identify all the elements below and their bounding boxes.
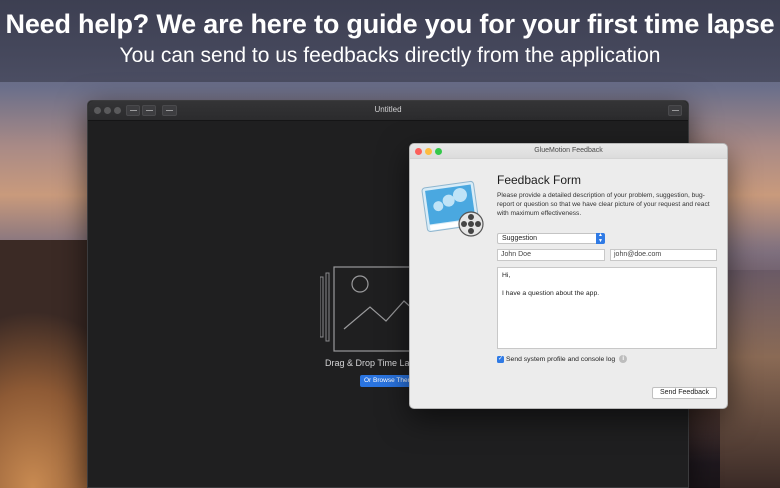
promo-banner: Need help? We are here to guide you for … (0, 0, 780, 82)
toolbar-sidebar-button[interactable] (668, 105, 682, 116)
message-line (502, 280, 712, 289)
gluemotion-app-icon (421, 180, 484, 237)
email-field[interactable]: john@doe.com (610, 249, 717, 261)
promo-headline: Need help? We are here to guide you for … (5, 9, 775, 39)
feedback-dialog: GlueMotion Feedback Feedback Form Please… (409, 143, 728, 409)
system-profile-option: ✓ Send system profile and console log i (497, 355, 628, 363)
send-profile-checkbox[interactable]: ✓ (497, 355, 504, 363)
dialog-titlebar: GlueMotion Feedback (410, 144, 727, 159)
message-line: Hi, (502, 272, 511, 279)
dialog-title: GlueMotion Feedback (534, 147, 603, 154)
info-icon[interactable]: i (619, 355, 628, 363)
category-select[interactable]: Suggestion ▲ ▼ (497, 232, 605, 244)
wallpaper-dune-right (720, 270, 780, 488)
app-titlebar: Untitled (88, 101, 688, 121)
browse-button[interactable]: Or Browse Them (360, 375, 416, 387)
name-field[interactable]: John Doe (497, 249, 605, 261)
checkbox-label: Send system profile and console log (506, 355, 616, 363)
app-window-title: Untitled (374, 105, 402, 114)
form-title: Feedback Form (497, 173, 582, 187)
send-feedback-button[interactable]: Send Feedback (652, 387, 717, 399)
message-line: I have a question about the app. (502, 290, 600, 297)
promo-subline: You can send to us feedbacks directly fr… (119, 44, 661, 67)
chevron-updown-icon: ▲ ▼ (596, 232, 605, 244)
category-select-value: Suggestion (502, 235, 538, 242)
message-textarea[interactable]: Hi, I have a question about the app. (497, 267, 717, 349)
form-description: Please provide a detailed description of… (497, 192, 710, 217)
